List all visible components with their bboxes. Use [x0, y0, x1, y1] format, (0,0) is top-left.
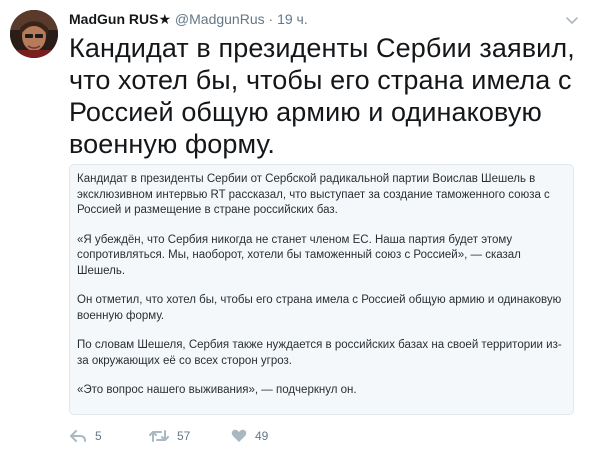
timestamp[interactable]: 19 ч.: [277, 11, 308, 27]
reply-icon: [69, 429, 87, 443]
heart-icon: [231, 429, 247, 443]
tweet-text: Кандидат в президенты Сербии заявил, что…: [69, 33, 575, 159]
quote-paragraph: По словам Шешеля, Сербия также нуждается…: [77, 339, 562, 367]
quote-paragraph: Он отметил, что хотел бы, чтобы его стра…: [77, 294, 562, 322]
author-handle[interactable]: @MadgunRus: [175, 11, 265, 27]
quote-paragraph: «Это вопрос нашего выживания», — подчерк…: [77, 384, 357, 396]
retweet-count: 57: [177, 429, 191, 443]
separator-dot: ·: [268, 11, 274, 27]
retweet-icon: [149, 429, 169, 443]
tweet-header: MadGun RUS★ @MadgunRus · 19 ч.: [69, 10, 553, 28]
avatar[interactable]: [10, 10, 58, 58]
reply-count: 5: [95, 429, 102, 443]
quoted-article[interactable]: Кандидат в президенты Сербии от Сербской…: [69, 164, 574, 415]
retweet-button[interactable]: 57: [149, 426, 190, 446]
quote-paragraph: «Я убеждён, что Сербия никогда не станет…: [77, 233, 521, 277]
like-count: 49: [255, 429, 269, 443]
tweet: MadGun RUS★ @MadgunRus · 19 ч. Кандидат …: [0, 0, 593, 452]
like-button[interactable]: 49: [231, 426, 268, 446]
avatar-image: [10, 10, 58, 58]
author-name[interactable]: MadGun RUS: [69, 11, 158, 27]
author-badge: ★: [158, 11, 172, 27]
quote-paragraph: Кандидат в президенты Сербии от Сербской…: [77, 173, 550, 216]
chevron-down-icon[interactable]: [565, 13, 579, 27]
reply-button[interactable]: 5: [69, 426, 102, 446]
